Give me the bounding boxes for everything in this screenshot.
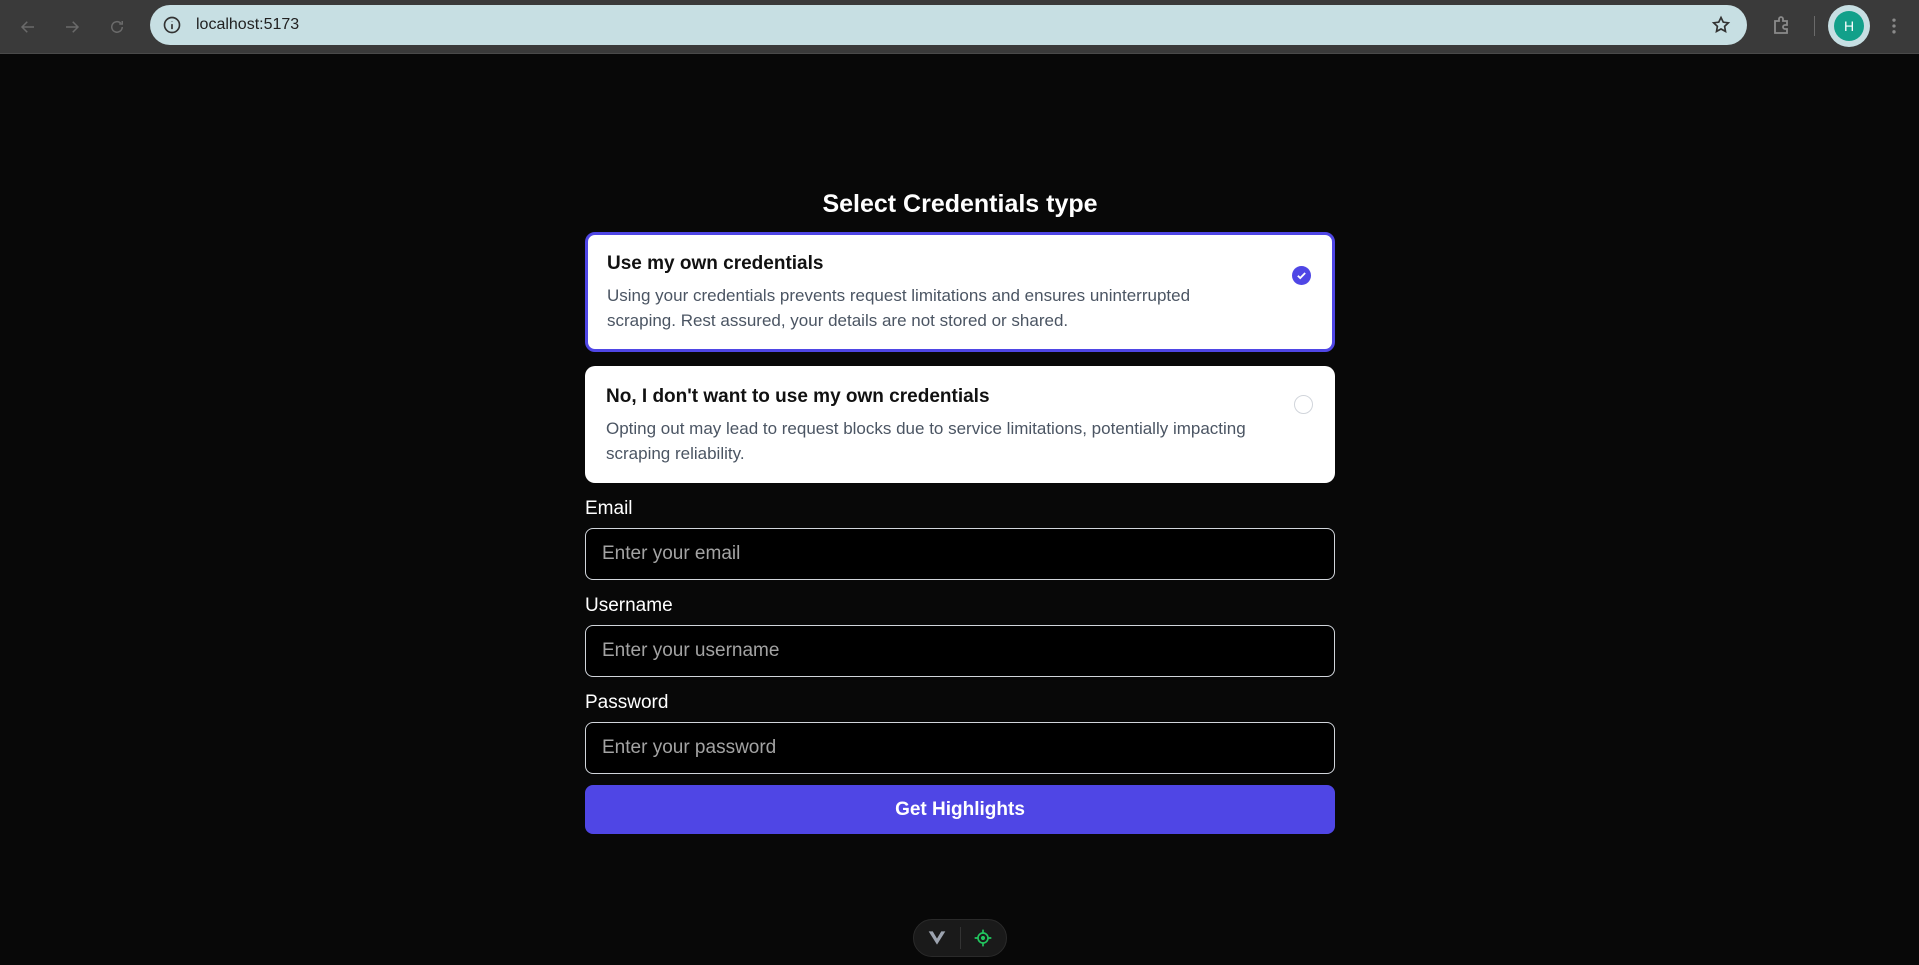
- option-description: Using your credentials prevents request …: [607, 286, 1191, 330]
- option-description: Opting out may lead to request blocks du…: [606, 419, 1246, 463]
- puzzle-icon[interactable]: [1770, 13, 1794, 37]
- check-circle-icon[interactable]: [1292, 266, 1311, 285]
- username-label: Username: [585, 595, 673, 616]
- password-field[interactable]: [585, 722, 1335, 774]
- browser-toolbar: localhost:5173 H: [0, 0, 1919, 54]
- forward-button[interactable]: [58, 13, 86, 41]
- address-bar[interactable]: localhost:5173: [150, 5, 1747, 45]
- get-highlights-button[interactable]: Get Highlights: [585, 785, 1335, 834]
- vue-logo-icon[interactable]: [914, 920, 960, 956]
- radio-empty-icon[interactable]: [1294, 395, 1313, 414]
- devtools-toggle[interactable]: [913, 919, 1007, 957]
- reload-button[interactable]: [103, 13, 131, 41]
- crosshair-icon[interactable]: [960, 920, 1006, 956]
- option-title: Use my own credentials: [607, 253, 824, 274]
- page-title: Select Credentials type: [822, 190, 1098, 218]
- option-no-credentials[interactable]: No, I don't want to use my own credentia…: [585, 366, 1335, 483]
- arrow-right-icon: [66, 21, 80, 33]
- email-field[interactable]: [585, 528, 1335, 580]
- profile-avatar[interactable]: H: [1828, 5, 1870, 47]
- password-label: Password: [585, 692, 669, 713]
- info-icon[interactable]: [162, 15, 182, 35]
- url-text[interactable]: localhost:5173: [196, 16, 299, 34]
- option-own-credentials[interactable]: Use my own credentials Using your creden…: [585, 232, 1335, 352]
- star-icon[interactable]: [1711, 15, 1731, 35]
- reload-icon: [111, 20, 123, 33]
- arrow-left-icon: [20, 21, 34, 33]
- email-label: Email: [585, 498, 633, 519]
- back-button[interactable]: [14, 13, 42, 41]
- kebab-menu-icon[interactable]: [1884, 14, 1904, 38]
- username-field[interactable]: [585, 625, 1335, 677]
- toolbar-divider: [1814, 16, 1815, 36]
- profile-initial: H: [1834, 11, 1864, 41]
- option-title: No, I don't want to use my own credentia…: [606, 386, 990, 407]
